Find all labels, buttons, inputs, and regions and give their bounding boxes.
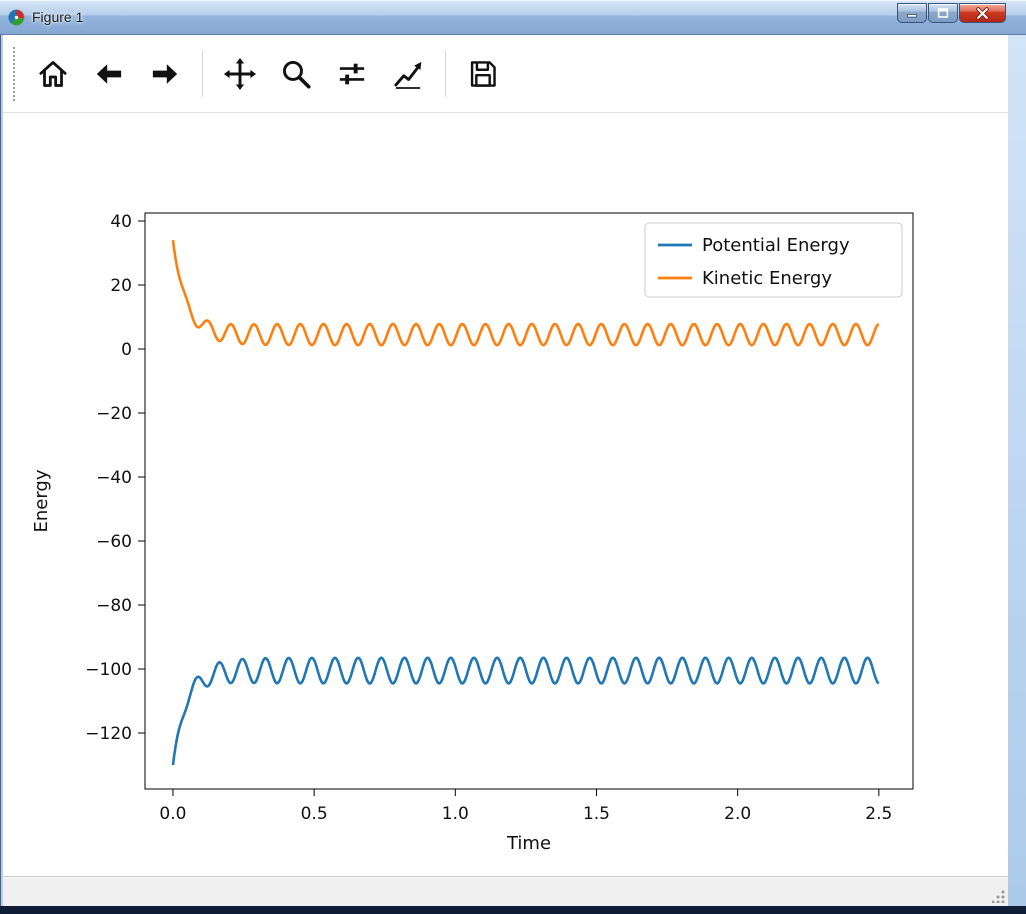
y-tick-label: 0 (121, 340, 132, 360)
y-tick-label: −40 (96, 468, 132, 488)
home-button[interactable] (25, 46, 81, 102)
navigation-toolbar (3, 35, 1008, 113)
titlebar[interactable]: Figure 1 (0, 0, 1026, 35)
save-button[interactable] (455, 46, 511, 102)
plot-canvas[interactable]: 0.0 0.5 1.0 1.5 2.0 2.5 40 20 0 −20 −40 −60 −80 −100 −… (3, 113, 1008, 876)
matplotlib-window-icon (8, 8, 25, 26)
y-tick-label: −120 (85, 724, 132, 744)
x-axis-label: Time (506, 833, 551, 854)
x-tick-label: 1.0 (442, 804, 469, 824)
x-tick-label: 2.5 (865, 804, 892, 824)
y-tick-label: −80 (96, 596, 132, 616)
line-chart-icon (394, 61, 422, 89)
zoom-button[interactable] (268, 46, 324, 102)
window-border-right (1008, 35, 1026, 906)
save-floppy-icon (470, 60, 496, 87)
pan-button[interactable] (212, 46, 268, 102)
sliders-icon (339, 63, 365, 84)
configure-subplots-button[interactable] (324, 46, 380, 102)
back-arrow-icon (96, 63, 122, 84)
close-button[interactable] (959, 3, 1006, 23)
y-tick-label: 40 (110, 212, 132, 232)
x-tick-label: 1.5 (583, 804, 610, 824)
window-controls (897, 3, 1006, 23)
resize-grip[interactable] (992, 890, 1005, 903)
minimize-icon (907, 14, 917, 18)
y-tick-label: −60 (96, 532, 132, 552)
x-tick-label: 0.0 (159, 804, 186, 824)
toolbar-separator (445, 50, 446, 97)
y-axis-label: Energy (31, 469, 52, 532)
figure-canvas[interactable]: 0.0 0.5 1.0 1.5 2.0 2.5 40 20 0 −20 −40 −60 −80 −100 −… (3, 113, 1008, 876)
forward-button[interactable] (137, 46, 193, 102)
pan-move-icon (223, 57, 257, 90)
minimize-button[interactable] (897, 3, 927, 23)
toolbar-separator (202, 50, 203, 97)
window-border-bottom (0, 906, 1026, 914)
status-bar (3, 876, 1008, 906)
toolbar-grip[interactable] (13, 46, 15, 101)
x-tick-label: 0.5 (301, 804, 328, 824)
legend-label: Potential Energy (702, 235, 850, 256)
maximize-button[interactable] (928, 3, 958, 23)
legend-label: Kinetic Energy (702, 268, 832, 289)
forward-arrow-icon (152, 63, 178, 84)
back-button[interactable] (81, 46, 137, 102)
maximize-icon (937, 8, 949, 18)
y-tick-label: 20 (110, 276, 132, 296)
y-tick-label: −20 (96, 404, 132, 424)
zoom-magnifier-icon (283, 60, 311, 89)
y-tick-label: −100 (85, 660, 132, 680)
plot-area[interactable] (145, 213, 913, 789)
x-tick-label: 2.0 (724, 804, 751, 824)
home-icon (39, 60, 67, 87)
window-title: Figure 1 (32, 9, 84, 25)
close-icon (976, 6, 989, 20)
window-body: 0.0 0.5 1.0 1.5 2.0 2.5 40 20 0 −20 −40 −60 −80 −100 −… (3, 35, 1008, 906)
desktop: Figure 1 0.0 0.5 1.0 1.5 2.0 2.5 40 20 0… (0, 0, 1026, 914)
edit-parameters-button[interactable] (380, 46, 436, 102)
